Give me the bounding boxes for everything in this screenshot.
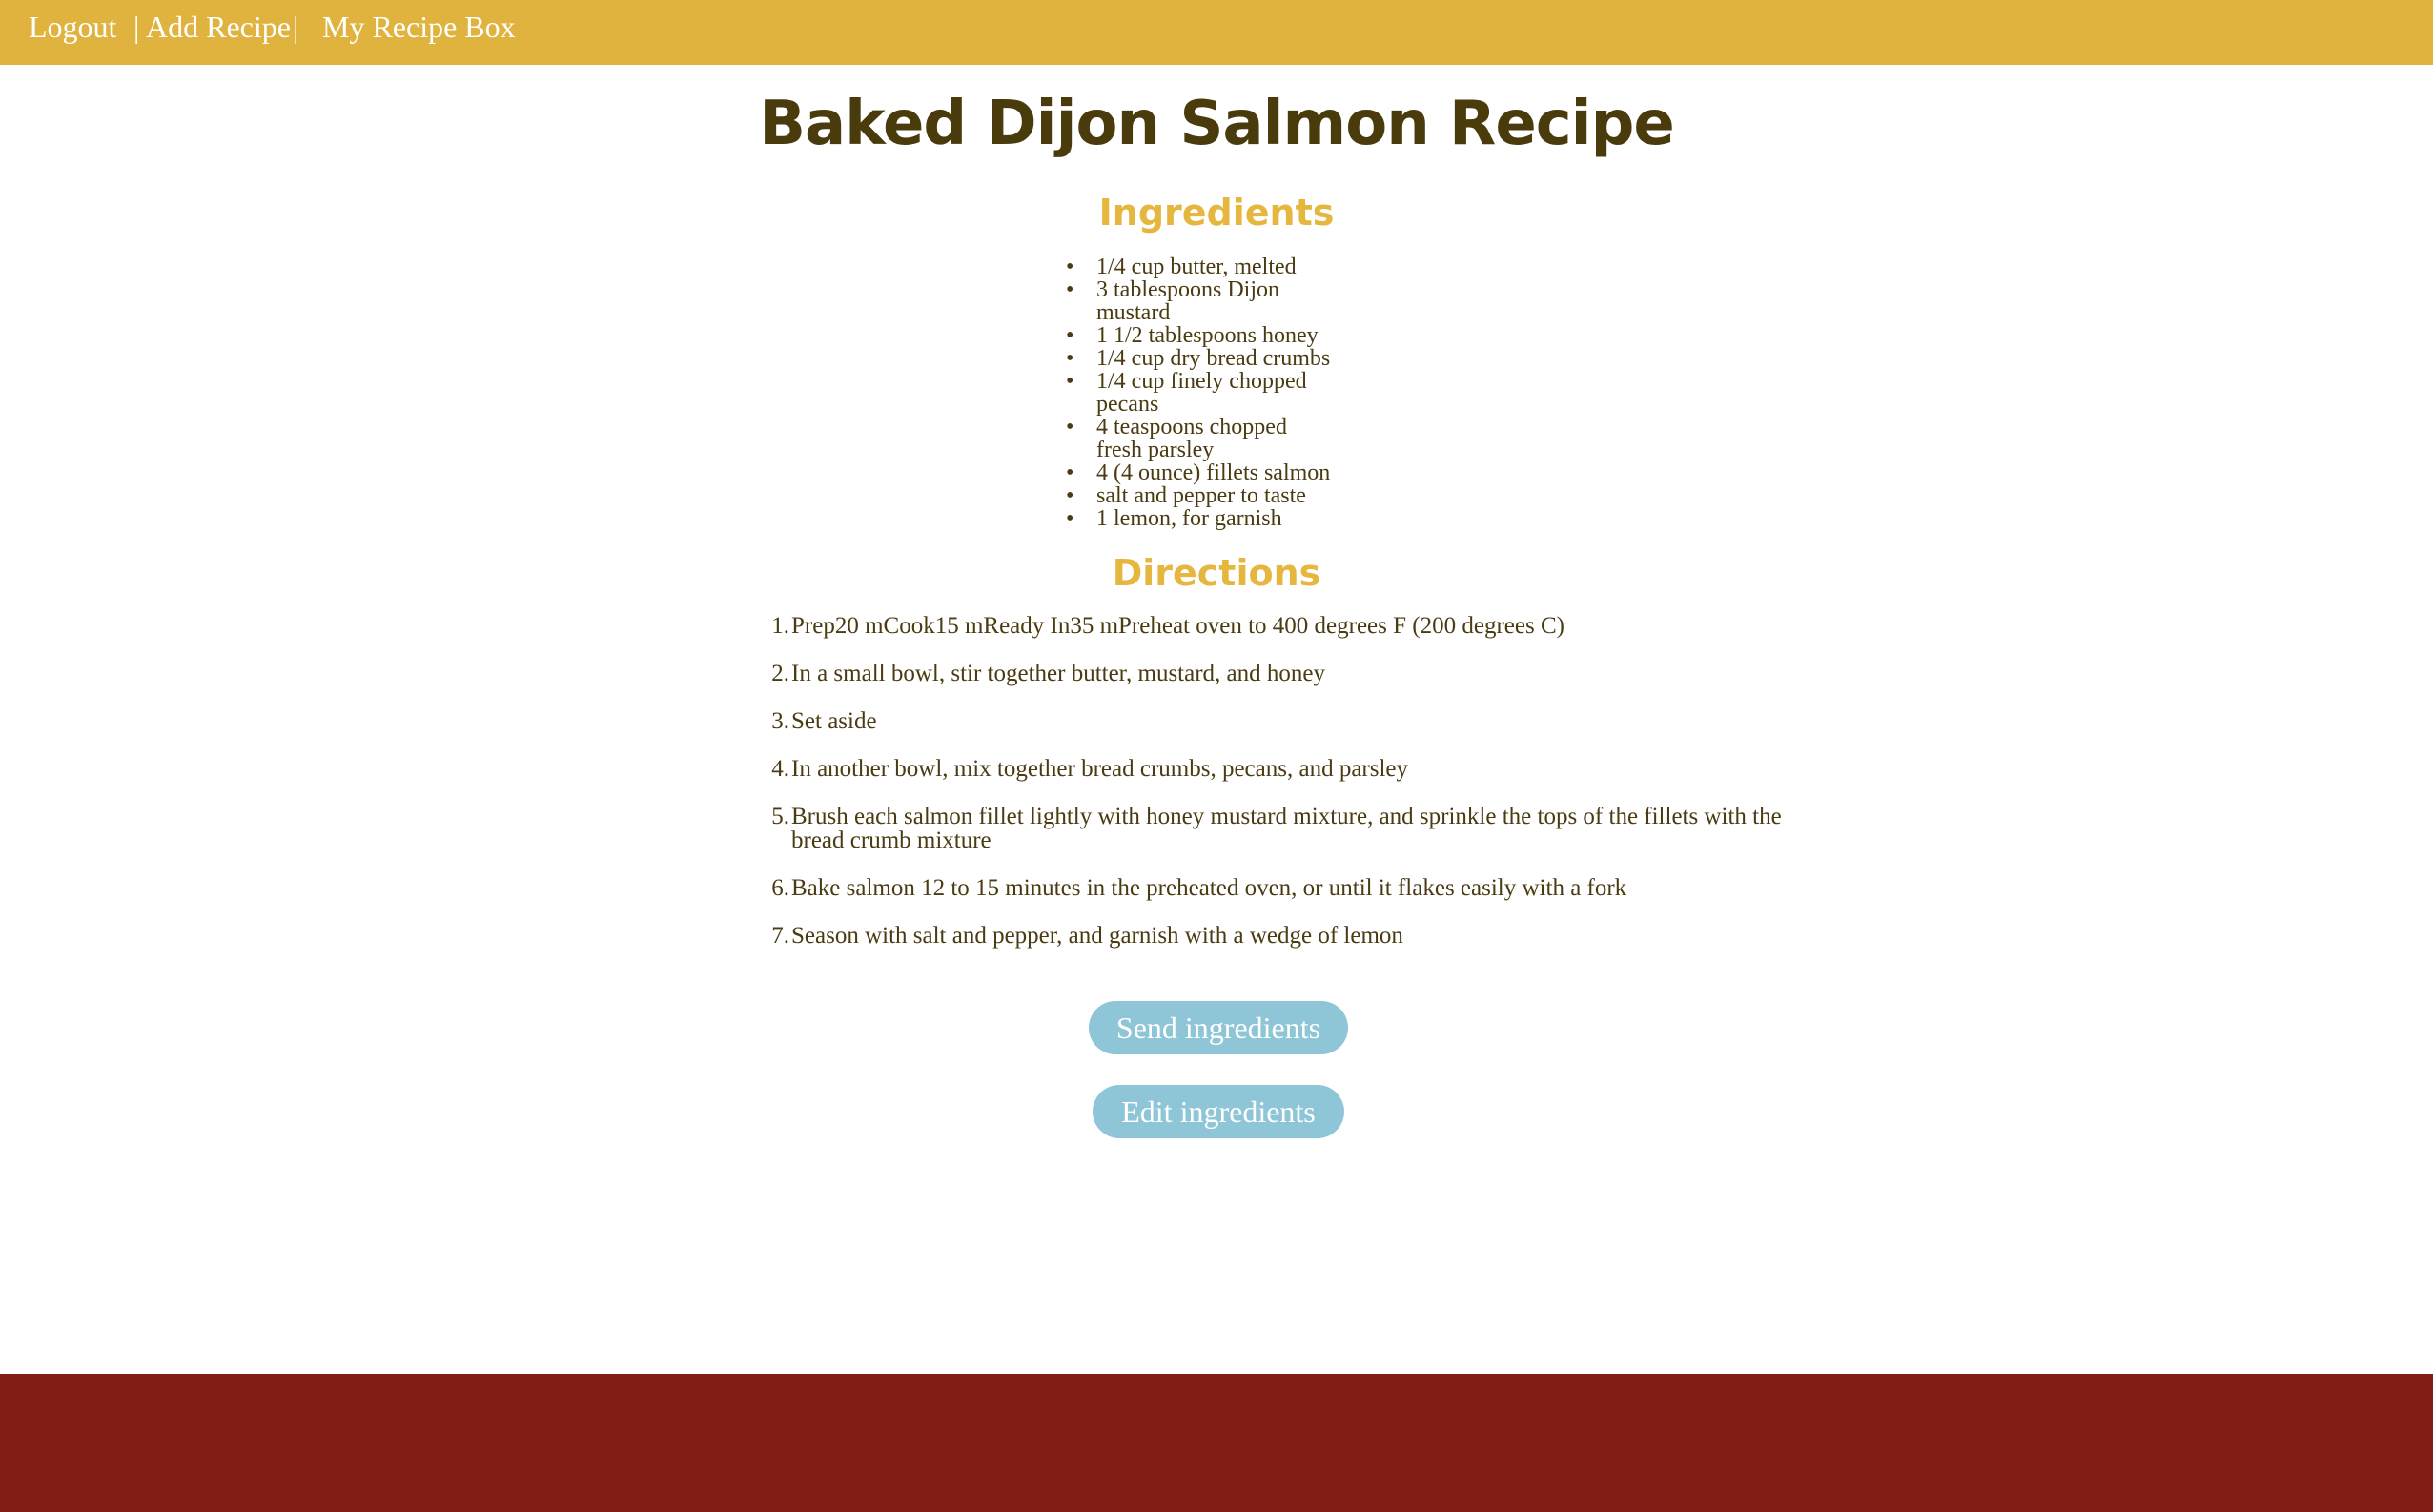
- ingredients-heading: Ingredients: [1098, 192, 1335, 234]
- ingredient-item: • 3 tablespoons Dijon mustard: [1066, 277, 1363, 325]
- bullet-icon: •: [1066, 483, 1074, 508]
- bullet-icon: •: [1066, 277, 1074, 302]
- bullet-icon: •: [1066, 415, 1074, 439]
- ingredient-text: 1 lemon, for garnish: [1096, 506, 1282, 531]
- ingredient-text: pecans: [1096, 392, 1159, 417]
- bullet-icon: •: [1066, 369, 1074, 394]
- direction-step: 4. In another bowl, mix together bread cr…: [771, 756, 1792, 782]
- ingredient-text: 4 teaspoons chopped: [1096, 415, 1287, 439]
- my-recipe-box-link[interactable]: My Recipe Box: [322, 8, 516, 46]
- bullet-icon: •: [1066, 506, 1074, 531]
- step-number: 6.: [771, 875, 789, 901]
- ingredient-item: • salt and pepper to taste: [1066, 483, 1363, 508]
- step-text: Set aside: [791, 708, 877, 734]
- ingredient-item: • 1/4 cup finely chopped pecans: [1066, 369, 1363, 417]
- step-text: Brush each salmon fillet lightly with ho…: [791, 804, 1782, 829]
- edit-ingredients-button[interactable]: Edit ingredients: [1093, 1085, 1344, 1138]
- step-number: 3.: [771, 708, 789, 734]
- ingredient-text: 1/4 cup finely chopped: [1096, 369, 1307, 394]
- bullet-icon: •: [1066, 346, 1074, 371]
- step-text: Prep20 mCook15 mReady In35 mPreheat oven…: [791, 613, 1564, 639]
- step-number: 7.: [771, 923, 789, 949]
- step-text: Bake salmon 12 to 15 minutes in the preh…: [791, 875, 1627, 901]
- direction-step: 7. Season with salt and pepper, and garni…: [771, 923, 1792, 949]
- ingredient-item: • 1 1/2 tablespoons honey: [1066, 323, 1363, 348]
- step-number: 4.: [771, 756, 789, 782]
- direction-step: 6. Bake salmon 12 to 15 minutes in the pr…: [771, 875, 1792, 901]
- ingredient-item: • 1/4 cup butter, melted: [1066, 255, 1363, 279]
- directions-heading: Directions: [1112, 552, 1321, 594]
- bullet-icon: •: [1066, 323, 1074, 348]
- ingredient-text: mustard: [1096, 300, 1171, 325]
- directions-list: 1. Prep20 mCook15 mReady In35 mPreheat ov…: [771, 613, 1792, 971]
- step-text: Season with salt and pepper, and garnish…: [791, 923, 1403, 949]
- ingredient-text: 1 1/2 tablespoons honey: [1096, 323, 1319, 348]
- ingredient-text: salt and pepper to taste: [1096, 483, 1306, 508]
- ingredient-item: • 1/4 cup dry bread crumbs: [1066, 346, 1363, 371]
- page-title: Baked Dijon Salmon Recipe: [759, 89, 1675, 159]
- ingredient-text: 1/4 cup dry bread crumbs: [1096, 346, 1331, 371]
- direction-step: 2. In a small bowl, stir together butter,…: [771, 661, 1792, 686]
- ingredients-list: • 1/4 cup butter, melted • 3 tablespoons Di…: [1066, 255, 1363, 531]
- nav-separator: |: [293, 10, 299, 44]
- ingredient-text: 3 tablespoons Dijon: [1096, 277, 1279, 302]
- ingredient-item: • 4 (4 ounce) fillets salmon: [1066, 460, 1363, 485]
- add-recipe-link[interactable]: Add Recipe: [146, 8, 291, 46]
- ingredient-text: 4 (4 ounce) fillets salmon: [1096, 460, 1331, 485]
- send-ingredients-button[interactable]: Send ingredients: [1089, 1001, 1348, 1054]
- footer: [0, 1374, 2433, 1512]
- bullet-icon: •: [1066, 255, 1074, 279]
- step-text: In a small bowl, stir together butter, m…: [791, 661, 1325, 686]
- bullet-icon: •: [1066, 460, 1074, 485]
- ingredient-item: • 4 teaspoons chopped fresh parsley: [1066, 415, 1363, 462]
- step-number: 5.: [771, 804, 789, 829]
- ingredient-text: fresh parsley: [1096, 438, 1215, 462]
- direction-step: 3. Set aside: [771, 708, 1792, 734]
- top-navbar: Logout | Add Recipe | My Recipe Box: [0, 0, 2433, 65]
- nav-separator: |: [133, 10, 140, 44]
- step-text: In another bowl, mix together bread crum…: [791, 756, 1409, 782]
- direction-step: 5. Brush each salmon fillet lightly with …: [771, 804, 1792, 853]
- ingredient-text: 1/4 cup butter, melted: [1096, 255, 1297, 279]
- step-number: 1.: [771, 613, 789, 639]
- step-number: 2.: [771, 661, 789, 686]
- ingredient-item: • 1 lemon, for garnish: [1066, 506, 1363, 531]
- logout-link[interactable]: Logout: [29, 8, 116, 46]
- direction-step: 1. Prep20 mCook15 mReady In35 mPreheat ov…: [771, 613, 1792, 639]
- step-text: bread crumb mixture: [791, 828, 992, 853]
